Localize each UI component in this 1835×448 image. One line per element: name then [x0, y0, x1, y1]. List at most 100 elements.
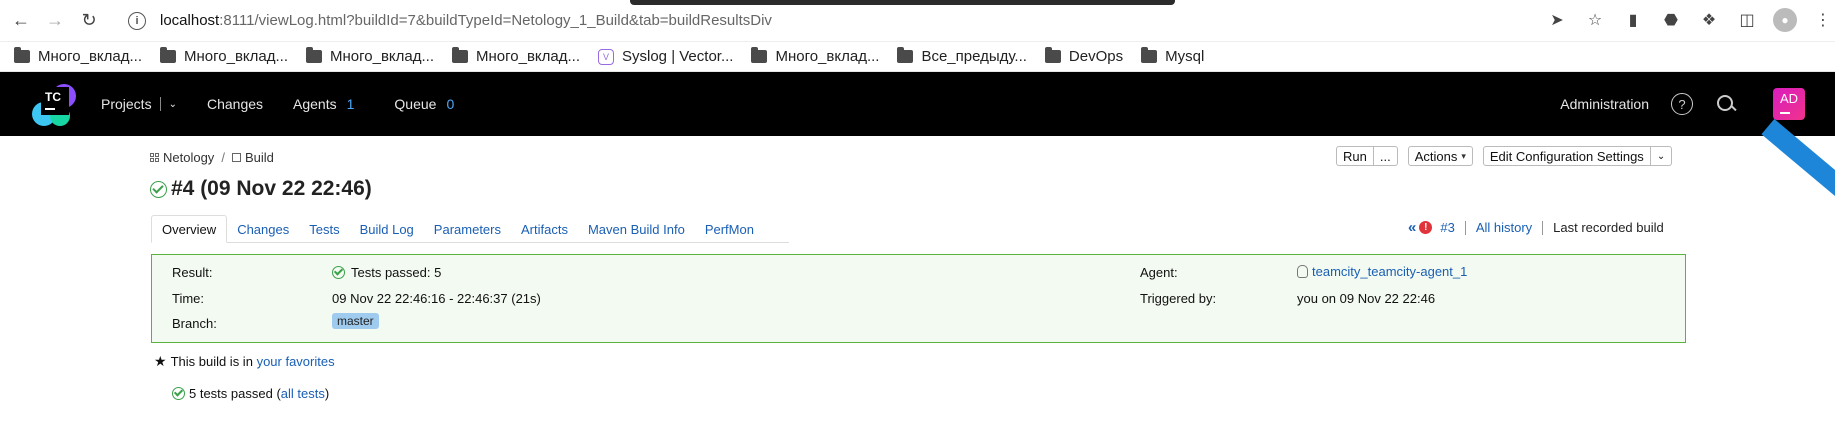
build-title: #4 (09 Nov 22 22:46)	[150, 177, 372, 201]
tab-changes[interactable]: Changes	[227, 215, 299, 243]
reload-icon[interactable]: ↻	[74, 6, 104, 36]
tab-parameters[interactable]: Parameters	[424, 215, 511, 243]
nav-agents[interactable]: Agents 1	[293, 96, 354, 112]
bookmark-item[interactable]: Много_вклад...	[160, 47, 288, 65]
tests-summary-close: )	[324, 386, 330, 401]
error-icon: !	[1419, 221, 1433, 234]
last-recorded-build-label: Last recorded build	[1553, 220, 1664, 235]
bookmark-item[interactable]: Много_вклад...	[14, 47, 142, 65]
teamcity-header: TC Projects ⌄ Changes Agents 1 Queue 0 A…	[0, 72, 1835, 136]
breadcrumb-build-config[interactable]: Build	[245, 150, 274, 165]
build-tabs: Overview Changes Tests Build Log Parameters A…	[151, 215, 789, 243]
agent-link[interactable]: teamcity_teamcity-agent_1	[1312, 264, 1467, 279]
tab-maven-build-info[interactable]: Maven Build Info	[578, 215, 695, 243]
tab-build-log[interactable]: Build Log	[350, 215, 424, 243]
teamcity-logo[interactable]: TC	[30, 80, 78, 128]
previous-build-icon[interactable]: «	[1408, 219, 1416, 236]
actions-label: Actions	[1414, 148, 1458, 164]
profile-icon[interactable]: ●	[1773, 8, 1797, 32]
tab-perfmon[interactable]: PerfMon	[695, 215, 764, 243]
administration-link[interactable]: Administration	[1560, 96, 1649, 112]
edit-configuration-button[interactable]: Edit Configuration Settings	[1482, 146, 1651, 166]
folder-icon	[1044, 47, 1061, 63]
branch-label: Branch:	[172, 316, 217, 331]
result-value-text[interactable]: Tests passed: 5	[351, 265, 441, 280]
agent-value: teamcity_teamcity-agent_1	[1297, 264, 1467, 279]
folder-icon	[14, 47, 30, 63]
forward-icon[interactable]: →	[40, 6, 70, 36]
search-icon[interactable]	[1715, 93, 1737, 115]
all-tests-link[interactable]: all tests	[281, 386, 325, 401]
user-avatar[interactable]: AD	[1773, 88, 1805, 120]
run-custom-button[interactable]: ...	[1373, 146, 1398, 166]
nav-projects[interactable]: Projects ⌄	[101, 96, 177, 112]
tests-check-icon	[172, 387, 185, 400]
bookmark-item[interactable]: V Syslog | Vector...	[598, 48, 733, 65]
nav-changes[interactable]: Changes	[207, 96, 263, 112]
help-icon[interactable]: ?	[1671, 93, 1693, 115]
branch-badge[interactable]: master	[332, 313, 379, 329]
folder-icon	[160, 47, 176, 63]
triggered-label: Triggered by:	[1140, 291, 1217, 306]
time-label: Time:	[172, 291, 205, 306]
run-button[interactable]: Run	[1336, 146, 1374, 166]
bookmark-item[interactable]: Mysql	[1141, 47, 1204, 65]
menu-icon[interactable]: ⋮	[1811, 8, 1835, 32]
actions-dropdown[interactable]: Actions ▾	[1407, 146, 1473, 166]
edit-config-dropdown[interactable]: ⌄	[1650, 146, 1673, 166]
back-icon[interactable]: ←	[6, 6, 36, 36]
bookmark-item[interactable]: Много_вклад...	[751, 47, 880, 65]
tests-summary-text: 5 tests passed (	[189, 386, 281, 401]
bookmark-item[interactable]: DevOps	[1044, 47, 1123, 65]
nav-changes-label: Changes	[206, 96, 264, 112]
result-label: Result:	[172, 265, 213, 280]
chevron-down-icon[interactable]: ⌄	[169, 99, 177, 110]
bookmark-label: Много_вклад...	[330, 48, 434, 65]
previous-build-link[interactable]: #3	[1440, 220, 1454, 235]
result-value: Tests passed: 5	[332, 265, 441, 280]
folder-icon	[897, 47, 914, 63]
bookmark-label: Много_вклад...	[775, 48, 880, 65]
favorites-text: This build is in	[170, 354, 253, 369]
breadcrumb-separator: /	[221, 150, 225, 165]
bookmark-star-icon[interactable]: ☆	[1583, 8, 1607, 32]
site-info-icon[interactable]: i	[128, 11, 146, 30]
tab-overview[interactable]: Overview	[151, 215, 228, 243]
bookmark-item[interactable]: Все_предыду...	[897, 47, 1027, 65]
url-host: localhost	[160, 12, 220, 29]
build-title-text: #4 (09 Nov 22 22:46)	[171, 177, 372, 200]
tab-tests[interactable]: Tests	[299, 215, 349, 243]
bookmark-label: Все_предыду...	[921, 48, 1027, 65]
build-actions: Run ... Actions ▾ Edit Configuration Set…	[1336, 146, 1673, 166]
sidebar-icon[interactable]: ◫	[1735, 8, 1759, 32]
branch-value: master	[332, 313, 379, 329]
breadcrumb-project[interactable]: Netology	[163, 150, 214, 165]
build-history-nav: « ! #3 All history Last recorded build	[1408, 219, 1664, 236]
folder-icon	[452, 47, 468, 63]
run-button-group: Run ...	[1336, 146, 1398, 166]
project-grid-icon	[150, 152, 160, 163]
linux-icon	[1297, 265, 1308, 278]
extension-shield-icon[interactable]: ▮	[1621, 8, 1645, 32]
nav-queue[interactable]: Queue 0	[394, 96, 454, 112]
history-divider	[1464, 220, 1466, 235]
time-value: 09 Nov 22 22:46:16 - 22:46:37 (21s)	[332, 291, 541, 306]
extension-hex-icon[interactable]: ⬣	[1659, 8, 1683, 32]
agents-count-badge: 1	[346, 96, 355, 112]
extensions-puzzle-icon[interactable]: ❖	[1697, 8, 1721, 32]
favorites-line: ★ This build is in your favorites	[154, 353, 335, 370]
edit-config-group: Edit Configuration Settings ⌄	[1482, 146, 1673, 166]
bookmark-item[interactable]: Много_вклад...	[306, 47, 434, 65]
bookmark-item[interactable]: Много_вклад...	[452, 47, 580, 65]
star-icon[interactable]: ★	[154, 353, 167, 370]
all-history-link[interactable]: All history	[1476, 220, 1532, 235]
caret-down-icon: ▾	[1461, 150, 1466, 161]
url-path: :8111/viewLog.html?buildId=7&buildTypeId…	[219, 12, 772, 29]
tab-artifacts[interactable]: Artifacts	[511, 215, 578, 243]
nav-queue-label: Queue	[394, 96, 437, 112]
logo-text: TC	[45, 90, 61, 104]
bookmarks-bar: Много_вклад... Много_вклад... Много_вклад.…	[0, 42, 1835, 72]
share-icon[interactable]: ➤	[1545, 8, 1569, 32]
favorites-link[interactable]: your favorites	[257, 354, 335, 369]
main-nav: Projects ⌄ Changes Agents 1 Queue 0	[101, 72, 484, 136]
